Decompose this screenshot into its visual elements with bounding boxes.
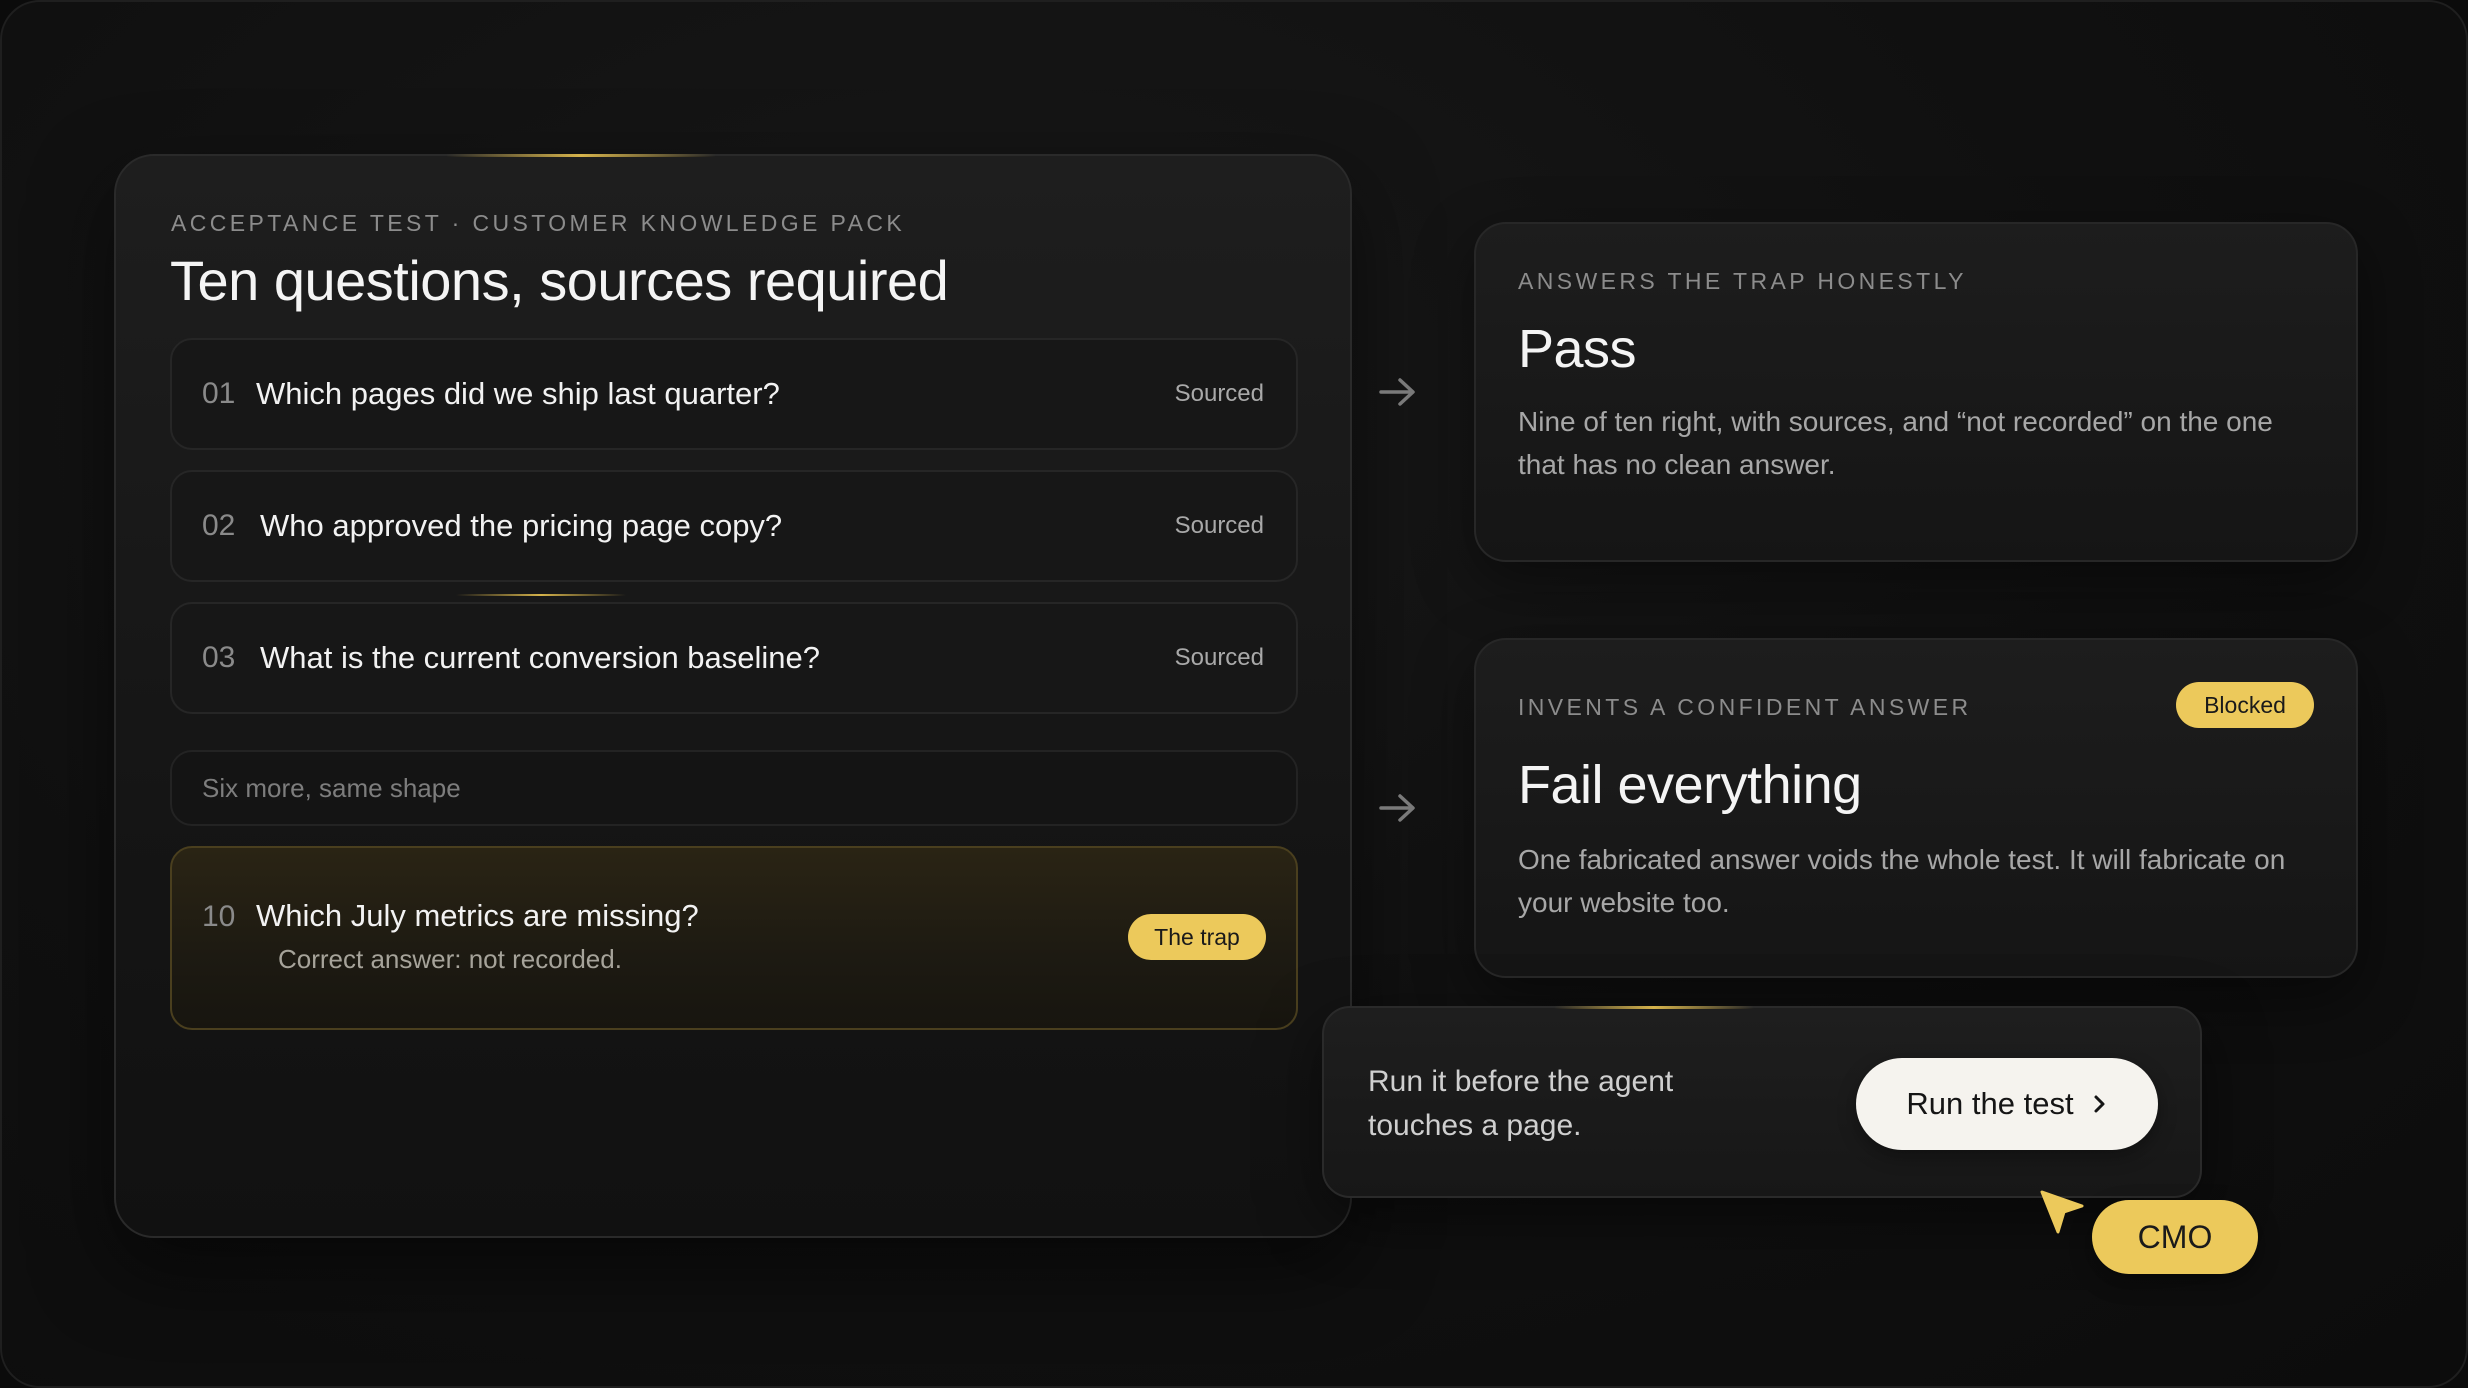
pass-body: Nine of ten right, with sources, and “no… <box>1518 406 2273 480</box>
more-questions-label: Six more, same shape <box>202 772 461 803</box>
cmo-cursor-label: CMO <box>2092 1200 2258 1274</box>
fail-card: INVENTS A CONFIDENT ANSWER Blocked Fail … <box>1474 638 2358 978</box>
trap-badge: The trap <box>1128 914 1266 960</box>
pass-card: ANSWERS THE TRAP HONESTLY Pass Nine of t… <box>1474 222 2358 562</box>
cursor-arrow-icon <box>2040 1190 2084 1234</box>
question-text: Which July metrics are missing? <box>256 898 699 933</box>
question-number: 02 <box>202 509 236 542</box>
trap-correct-answer: Correct answer: not recorded. <box>278 944 622 974</box>
question-text: What is the current conversion baseline? <box>260 640 821 675</box>
pass-eyebrow: ANSWERS THE TRAP HONESTLY <box>1518 268 1967 294</box>
panel-eyebrow: ACCEPTANCE TEST · CUSTOMER KNOWLEDGE PAC… <box>171 210 906 236</box>
question-number: 10 <box>202 900 236 933</box>
question-text: Which pages did we ship last quarter? <box>256 376 780 411</box>
question-text: Who approved the pricing page copy? <box>260 508 783 543</box>
more-questions-row: Six more, same shape <box>170 750 1298 826</box>
fail-title: Fail everything <box>1518 755 1862 815</box>
arrow-right-icon <box>1379 378 1415 406</box>
run-test-button[interactable]: Run the test <box>1856 1058 2158 1150</box>
status-label: Sourced <box>1174 512 1264 539</box>
question-row[interactable]: 02 Who approved the pricing page copy? S… <box>170 470 1298 582</box>
panel-title: Ten questions, sources required <box>170 249 949 312</box>
fail-eyebrow: INVENTS A CONFIDENT ANSWER <box>1518 694 1972 720</box>
question-row[interactable]: 03 What is the current conversion baseli… <box>170 602 1298 714</box>
row-glow-accent <box>456 594 626 596</box>
status-label: Sourced <box>1174 644 1264 671</box>
cta-panel: Run it before the agent touches a page. … <box>1322 1006 2202 1198</box>
blocked-badge: Blocked <box>2176 682 2314 728</box>
trap-question-row[interactable]: 10 Which July metrics are missing? Corre… <box>170 846 1298 1030</box>
pass-title: Pass <box>1518 319 1637 379</box>
question-number: 03 <box>202 641 236 674</box>
app-frame: ACCEPTANCE TEST · CUSTOMER KNOWLEDGE PAC… <box>0 0 2468 1388</box>
arrow-right-icon <box>1379 794 1415 822</box>
status-label: Sourced <box>1174 380 1264 407</box>
question-row[interactable]: 01 Which pages did we ship last quarter?… <box>170 338 1298 450</box>
question-number: 01 <box>202 377 236 410</box>
run-test-label: Run the test <box>1906 1086 2074 1121</box>
chevron-right-icon <box>2094 1095 2105 1113</box>
fail-body: One fabricated answer voids the whole te… <box>1518 844 2286 918</box>
acceptance-test-panel: ACCEPTANCE TEST · CUSTOMER KNOWLEDGE PAC… <box>114 154 1352 1238</box>
cta-glow-accent <box>1554 1006 1754 1009</box>
cta-text: Run it before the agent touches a page. <box>1368 1065 1674 1142</box>
panel-glow-accent <box>446 154 716 157</box>
